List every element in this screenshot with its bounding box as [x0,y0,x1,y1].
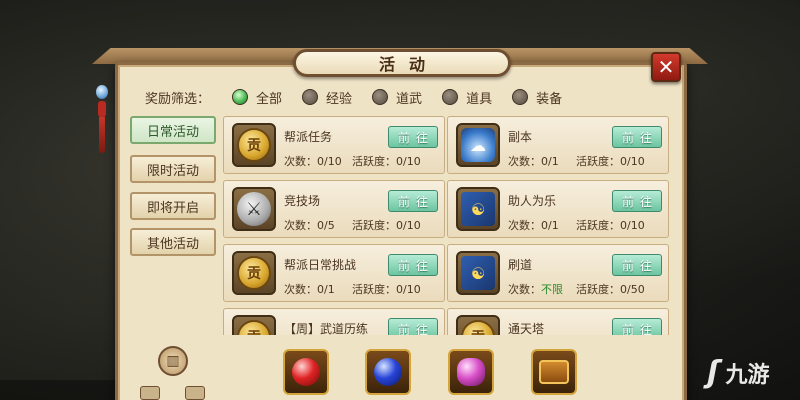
reward-slot[interactable] [448,349,494,395]
activity-activeness: 活跃度：0/10 [352,283,421,296]
activity-icon-frame: 贡 [232,123,276,167]
radio-icon [372,89,389,105]
activity-name: 帮派任务 [284,130,333,144]
background-shadow [0,380,115,400]
activity-card: 贡 【周】武道历练 前往 [223,308,445,335]
window-title-plaque: 活动 [293,49,511,77]
activity-count: 次数：0/1 [508,155,559,168]
calendar-icon[interactable] [140,386,160,400]
gong-coin-icon: 贡 [461,320,495,335]
activity-icon-frame: 贡 [456,315,500,335]
go-button[interactable]: 前往 [388,126,438,148]
tab-daily-activities[interactable]: 日常活动 [130,116,216,144]
jiuyou-watermark: ʃ 九游 [707,355,769,390]
red-gem-icon [292,358,320,386]
window-title: 活动 [378,55,439,74]
activity-count: 次数：0/10 [284,155,342,168]
activity-icon-frame: 贡 [232,251,276,295]
dungeon-cloud-icon: ☁ [461,128,495,162]
activity-icon-frame: 贡 [232,315,276,335]
jiuyou-logo-icon: ʃ [707,355,720,390]
radio-selected-icon [232,89,249,105]
treasure-chest-icon [539,360,569,384]
activity-card: 贡 帮派任务 次数：0/10 活跃度：0/10 前往 [223,116,445,174]
crossed-swords-icon: ⚔ [237,192,271,226]
filter-option-label: 经验 [326,91,353,107]
filter-option-label: 全部 [256,91,283,107]
helping-book-icon: ☯ [461,192,495,226]
radio-icon [512,89,529,105]
radio-icon [302,89,319,105]
filter-option-label: 装备 [536,91,563,107]
activity-card: ☁ 副本 次数：0/1 活跃度：0/10 前往 [447,116,669,174]
activity-list: 贡 帮派任务 次数：0/10 活跃度：0/10 前往 ☁ 副本 次数：0/1 活… [220,113,675,335]
filter-option-items[interactable]: 道具 [442,88,492,107]
reward-slot[interactable] [283,349,329,395]
close-button[interactable]: ✕ [651,52,681,82]
activity-count: 次数：0/1 [284,283,335,296]
activity-count: 次数：0/1 [508,219,559,232]
activity-count: 次数：0/5 [284,219,335,232]
gong-coin-icon: 贡 [237,128,271,162]
pink-gem-icon [457,358,485,386]
activity-icon-frame: ☯ [456,187,500,231]
activity-name: 通天塔 [508,322,545,335]
filter-option-label: 道武 [396,91,423,107]
activity-count: 次数：不限 [508,283,563,296]
close-icon: ✕ [657,55,675,79]
blue-gem-icon [374,358,402,386]
activity-card: ☯ 助人为乐 次数：0/1 活跃度：0/10 前往 [447,180,669,238]
taiji-book-icon: ☯ [461,256,495,290]
activity-card: 贡 帮派日常挑战 次数：0/1 活跃度：0/10 前往 [223,244,445,302]
activity-activeness: 活跃度：0/10 [352,155,421,168]
activity-name: 帮派日常挑战 [284,258,357,272]
reward-filter: 奖励筛选： 全部 经验 道武 道具 装备 [145,86,582,108]
go-button[interactable]: 前往 [612,190,662,212]
go-button[interactable]: 前往 [388,318,438,335]
filter-option-daowu[interactable]: 道武 [372,88,422,107]
activity-card: 贡 通天塔 前往 [447,308,669,335]
activity-activeness: 活跃度：0/10 [352,219,421,232]
reward-slot[interactable] [531,349,577,395]
tab-other-activities[interactable]: 其他活动 [130,228,216,256]
filter-option-all[interactable]: 全部 [232,88,282,107]
activity-name: 助人为乐 [508,194,557,208]
filter-option-exp[interactable]: 经验 [302,88,352,107]
activity-card: ⚔ 竞技场 次数：0/5 活跃度：0/10 前往 [223,180,445,238]
filter-label: 奖励筛选： [145,91,211,107]
filter-option-equipment[interactable]: 装备 [512,88,562,107]
activity-activeness: 活跃度：0/10 [576,155,645,168]
activity-stats-icon[interactable]: ▥ [158,346,188,376]
activity-activeness: 活跃度：0/10 [576,219,645,232]
activity-name: 副本 [508,130,533,144]
tab-limited-activities[interactable]: 限时活动 [130,155,216,183]
filter-option-label: 道具 [466,91,493,107]
tassel-ornament [95,75,109,155]
activity-name: 竞技场 [284,194,321,208]
reward-slot[interactable] [365,349,411,395]
activity-icon-frame: ⚔ [232,187,276,231]
activity-card: ☯ 刷道 次数：不限 活跃度：0/50 前往 [447,244,669,302]
gong-coin-icon: 贡 [237,256,271,290]
activity-icon-frame: ☁ [456,123,500,167]
go-button[interactable]: 前往 [612,126,662,148]
activity-icon-frame: ☯ [456,251,500,295]
go-button[interactable]: 前往 [612,254,662,276]
activity-activeness: 活跃度：0/50 [576,283,645,296]
go-button[interactable]: 前往 [388,190,438,212]
activity-name: 【周】武道历练 [284,322,369,335]
radio-icon [442,89,459,105]
tab-coming-soon[interactable]: 即将开启 [130,192,216,220]
watermark-text: 九游 [725,362,770,388]
mail-icon[interactable] [185,386,205,400]
go-button[interactable]: 前往 [612,318,662,335]
activity-name: 刷道 [508,258,533,272]
gong-coin-icon: 贡 [237,320,271,335]
go-button[interactable]: 前往 [388,254,438,276]
